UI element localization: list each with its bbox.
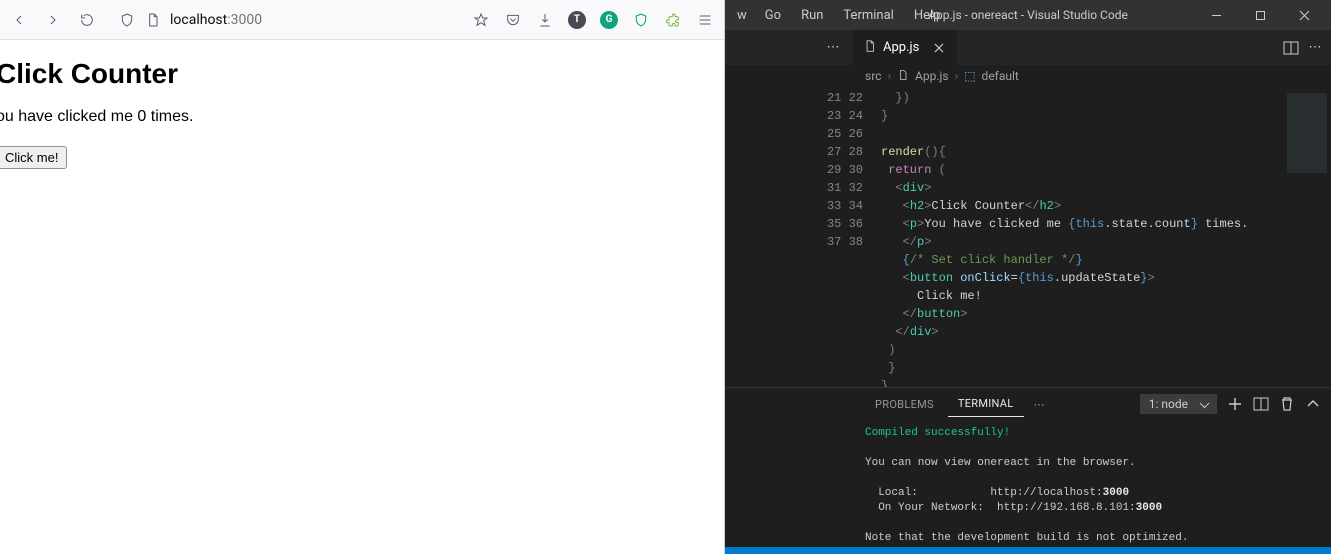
vscode-window: w Go Run Terminal Help App.js - onereact… bbox=[725, 0, 1331, 554]
maximize-panel-icon[interactable] bbox=[1305, 396, 1321, 412]
panel-tab-more-icon[interactable]: ⋯ bbox=[1028, 392, 1051, 417]
line-number-gutter: 21 22 23 24 25 26 27 28 29 30 31 32 33 3… bbox=[821, 87, 875, 387]
reload-icon[interactable] bbox=[78, 11, 96, 29]
breadcrumb-file: App.js bbox=[915, 69, 949, 83]
terminal-line: Note that the development build is not o… bbox=[865, 532, 1188, 544]
tab-overflow-icon[interactable]: ⋯ bbox=[813, 30, 853, 65]
page-icon bbox=[144, 11, 162, 29]
terminal-line: On Your Network: http://192.168.8.101:30… bbox=[865, 502, 1162, 514]
kill-terminal-icon[interactable] bbox=[1279, 396, 1295, 412]
panel-tab-problems[interactable]: PROBLEMS bbox=[865, 392, 944, 417]
terminal-output[interactable]: Compiled successfully! You can now view … bbox=[725, 420, 1331, 547]
bookmark-icon[interactable] bbox=[472, 11, 490, 29]
chevron-icon: › bbox=[955, 69, 959, 83]
browser-content: Click Counter ou have clicked me 0 times… bbox=[0, 40, 724, 554]
forward-icon[interactable] bbox=[44, 11, 62, 29]
terminal-line: Compiled successfully! bbox=[865, 427, 1010, 439]
minimize-button[interactable] bbox=[1195, 1, 1237, 29]
vscode-title: App.js - onereact - Visual Studio Code bbox=[928, 8, 1128, 22]
symbol-icon: ⬚ bbox=[964, 69, 975, 83]
vscode-menubar: w Go Run Terminal Help App.js - onereact… bbox=[725, 0, 1331, 30]
code-content[interactable]: }) } render(){ return ( <div> <h2>Click … bbox=[875, 87, 1331, 387]
toolbar-right: T G bbox=[472, 11, 714, 29]
new-terminal-icon[interactable] bbox=[1227, 396, 1243, 412]
url-port: :3000 bbox=[227, 12, 262, 28]
terminal-line: You can now view onereact in the browser… bbox=[865, 457, 1136, 469]
shield2-icon[interactable] bbox=[632, 11, 650, 29]
tab-appjs[interactable]: App.js bbox=[853, 30, 958, 65]
url-bar[interactable]: localhost:3000 bbox=[112, 11, 456, 29]
bottom-panel: PROBLEMS TERMINAL ⋯ 1: node Compiled suc… bbox=[725, 387, 1331, 547]
page-paragraph: ou have clicked me 0 times. bbox=[0, 108, 724, 126]
split-terminal-icon[interactable] bbox=[1253, 396, 1269, 412]
terminal-select[interactable]: 1: node bbox=[1140, 394, 1217, 414]
extension-g-icon[interactable]: G bbox=[600, 11, 618, 29]
tabbar: ⋯ App.js ⋯ bbox=[725, 30, 1331, 65]
tab-close-icon[interactable] bbox=[931, 40, 947, 56]
split-editor-icon[interactable] bbox=[1283, 40, 1299, 56]
browser-toolbar: localhost:3000 T G bbox=[0, 0, 724, 40]
close-window-button[interactable] bbox=[1283, 1, 1325, 29]
panel-tab-terminal[interactable]: TERMINAL bbox=[948, 391, 1024, 417]
url-text: localhost:3000 bbox=[170, 12, 262, 28]
shield-icon[interactable] bbox=[118, 11, 136, 29]
tab-filename: App.js bbox=[883, 40, 919, 55]
breadcrumb-file-icon bbox=[897, 69, 909, 84]
menu-go[interactable]: Go bbox=[757, 4, 789, 27]
pocket-icon[interactable] bbox=[504, 11, 522, 29]
menu-run[interactable]: Run bbox=[793, 4, 831, 27]
editor[interactable]: 21 22 23 24 25 26 27 28 29 30 31 32 33 3… bbox=[725, 87, 1331, 387]
panel-tabs: PROBLEMS TERMINAL ⋯ 1: node bbox=[725, 388, 1331, 420]
maximize-button[interactable] bbox=[1239, 1, 1281, 29]
vscode-body: ⋯ App.js ⋯ src › App.js › ⬚ default 21 2… bbox=[725, 30, 1331, 547]
chevron-icon: › bbox=[887, 69, 891, 83]
hamburger-icon[interactable] bbox=[696, 11, 714, 29]
breadcrumb-symbol: default bbox=[982, 69, 1019, 83]
browser-window: localhost:3000 T G Click Counter ou have… bbox=[0, 0, 725, 554]
click-me-button[interactable]: Click me! bbox=[0, 146, 67, 169]
more-actions-icon[interactable]: ⋯ bbox=[1307, 40, 1323, 56]
minimap[interactable] bbox=[1283, 87, 1331, 387]
url-host: localhost bbox=[170, 12, 227, 28]
menu-terminal[interactable]: Terminal bbox=[835, 4, 901, 27]
breadcrumb[interactable]: src › App.js › ⬚ default bbox=[725, 65, 1331, 87]
statusbar[interactable] bbox=[725, 547, 1331, 554]
menubar-prefix: w bbox=[731, 8, 753, 23]
file-icon bbox=[863, 39, 877, 57]
download-icon[interactable] bbox=[536, 11, 554, 29]
extension-t-icon[interactable]: T bbox=[568, 11, 586, 29]
tabbar-actions: ⋯ bbox=[1283, 30, 1331, 65]
back-icon[interactable] bbox=[10, 11, 28, 29]
panel-actions: 1: node bbox=[1140, 394, 1321, 414]
puzzle-icon[interactable] bbox=[664, 11, 682, 29]
breadcrumb-folder: src bbox=[865, 69, 881, 83]
terminal-line: Local: http://localhost:3000 bbox=[865, 487, 1129, 499]
page-heading: Click Counter bbox=[0, 58, 724, 90]
window-controls bbox=[1195, 1, 1325, 29]
